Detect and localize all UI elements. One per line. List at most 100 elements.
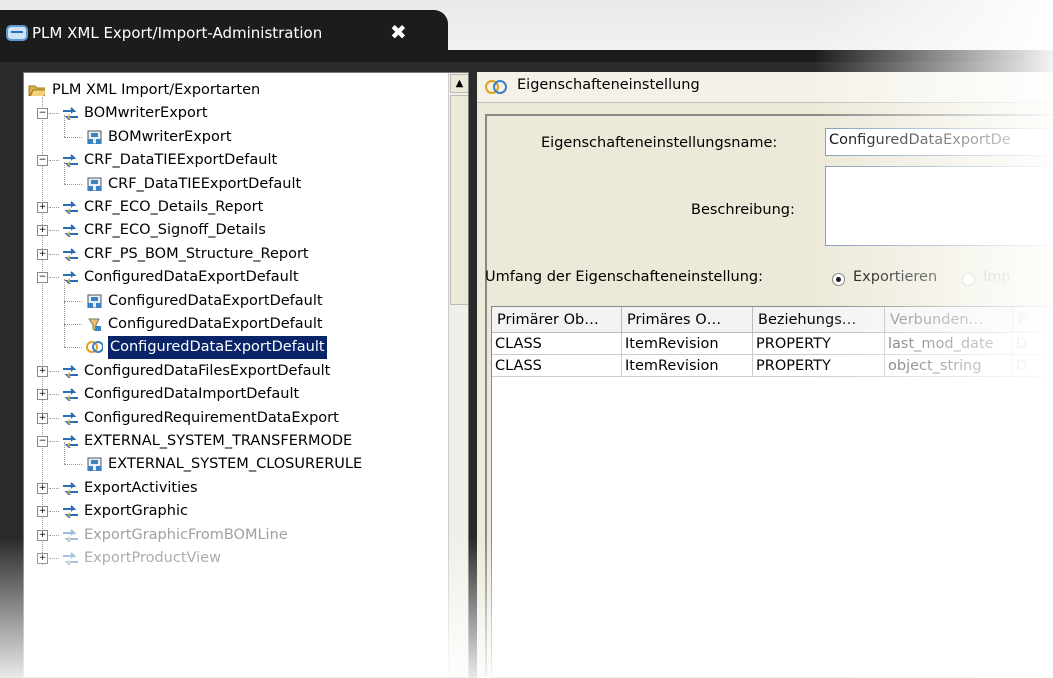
tree-item-label: EXTERNAL_SYSTEM_TRANSFERMODE [84, 433, 353, 449]
tree-connector [49, 441, 59, 442]
tree-item[interactable]: − BOMwriterExport [24, 102, 448, 125]
property-set-icon [485, 80, 507, 94]
transfer-mode-icon [63, 505, 78, 519]
table-cell[interactable]: D [1013, 355, 1053, 377]
tree-item[interactable]: + ConfiguredDataFilesExportDefault [24, 360, 448, 383]
tree-item[interactable]: + ExportProductView [24, 547, 448, 570]
tree-child-item[interactable]: BOMwriterExport [24, 114, 448, 149]
tree-branch-line [64, 302, 65, 324]
expand-icon[interactable]: + [37, 482, 48, 494]
transfer-mode-icon [63, 224, 78, 238]
tab-title: PLM XML Export/Import-Administration [32, 24, 323, 42]
tree-connector [49, 511, 59, 513]
tree-connector [49, 160, 59, 162]
table-cell[interactable]: CLASS [492, 333, 622, 355]
property-table[interactable]: Primärer Ob… Primäres O… Beziehungs… Ver… [491, 306, 1053, 678]
collapse-icon[interactable]: − [37, 108, 48, 120]
column-header[interactable]: Primärer Ob… [492, 307, 622, 333]
tree-item[interactable]: + ConfiguredDataImportDefault [24, 383, 448, 406]
tree-item[interactable]: − EXTERNAL_SYSTEM_TRANSFERMODE [24, 430, 448, 453]
expand-icon[interactable]: + [37, 412, 48, 424]
expand-icon[interactable]: + [37, 365, 48, 377]
table-cell[interactable]: PROPERTY [753, 355, 885, 377]
tree-item[interactable]: − CRF_DataTIEExportDefault [24, 149, 448, 172]
property-set-panel: Eigenschafteneinstellung Eigenschaftenei… [477, 72, 1053, 678]
plmxml-admin-icon [6, 25, 28, 41]
transfer-mode-icon [63, 388, 78, 402]
tree-scrollbar[interactable]: ▲ [448, 73, 468, 677]
tree-child-item[interactable]: ConfiguredDataExportDefault [24, 325, 448, 361]
scope-export-label: Exportieren [853, 269, 938, 285]
table-cell[interactable]: object_string [885, 355, 1013, 377]
tree-item-label: CRF_ECO_Details_Report [84, 199, 264, 215]
column-header[interactable]: E [1013, 307, 1053, 333]
column-header[interactable]: Verbunden… [885, 307, 1013, 333]
table-cell[interactable]: D [1013, 333, 1053, 355]
closure-rule-icon [87, 130, 102, 144]
tree-connector [49, 277, 59, 279]
tree-item[interactable]: + ExportGraphicFromBOMLine [24, 524, 448, 547]
scope-export-radio[interactable] [832, 273, 845, 286]
panel-body: Eigenschafteneinstellungsname: Configure… [485, 114, 1053, 678]
name-field[interactable]: ConfiguredDataExportDe [825, 128, 1053, 156]
tree-item[interactable]: + CRF_PS_BOM_Structure_Report [24, 243, 448, 266]
tree-connector [64, 136, 82, 138]
tree-item-label: ExportGraphic [84, 503, 188, 520]
editor-tab[interactable]: PLM XML Export/Import-Administration ✖ [0, 10, 448, 62]
table-cell[interactable]: ItemRevision [622, 333, 753, 355]
tree-child-item[interactable]: ConfiguredDataExportDefault [24, 302, 448, 336]
tree-branch-line [64, 442, 65, 465]
tree-item[interactable]: + ExportActivities [24, 477, 448, 500]
expand-icon[interactable]: + [37, 202, 48, 213]
tree-connector [49, 230, 59, 232]
closure-rule-icon [87, 177, 102, 191]
tree-item-label: CRF_ECO_Signoff_Details [84, 222, 266, 239]
tree-connector [49, 487, 59, 489]
expand-icon[interactable]: + [37, 248, 48, 260]
tree-item[interactable]: + CRF_ECO_Details_Report [24, 196, 448, 219]
tree-item[interactable]: − ConfiguredDataExportDefault [24, 266, 448, 289]
scroll-up-button[interactable]: ▲ [450, 74, 468, 93]
tree-item-label: EXTERNAL_SYSTEM_CLOSURERULE [108, 456, 363, 473]
tree-item[interactable]: + CRF_ECO_Signoff_Details [24, 219, 448, 242]
scroll-thumb[interactable] [450, 95, 468, 305]
expand-icon[interactable]: + [37, 529, 48, 541]
table-cell[interactable]: ItemRevision [622, 355, 753, 377]
tree-panel: PLM XML Import/Exportarten − BOMwriterExp… [23, 72, 469, 678]
panel-title: Eigenschafteneinstellung [517, 77, 700, 93]
tree-item-label: ConfiguredRequirementDataExport [84, 409, 339, 426]
transfer-mode-icon [63, 201, 78, 214]
description-field[interactable] [825, 166, 1053, 246]
tree-connector [64, 347, 82, 349]
tree-item-label: CRF_DataTIEExportDefault [84, 152, 278, 169]
collapse-icon[interactable]: − [37, 155, 48, 167]
tree-item-label: ExportGraphicFromBOMLine [84, 526, 288, 543]
scope-import-radio[interactable] [962, 273, 975, 286]
tree-item[interactable]: + ConfiguredRequirementDataExport [24, 407, 448, 430]
tree-item-label: ExportProductView [84, 550, 221, 566]
transfer-mode-icon [63, 248, 78, 261]
table-cell[interactable]: last_mod_date [885, 333, 1013, 355]
expand-icon[interactable]: + [37, 553, 48, 564]
types-tree[interactable]: PLM XML Import/Exportarten − BOMwriterExp… [24, 73, 448, 677]
tree-connector [64, 300, 82, 302]
tree-branch-line [64, 114, 65, 137]
column-header[interactable]: Beziehungs… [753, 307, 885, 333]
close-icon[interactable]: ✖ [390, 20, 407, 44]
tree-child-item[interactable]: ConfiguredDataExportDefault [24, 278, 448, 313]
tree-item[interactable]: + ExportGraphic [24, 500, 448, 523]
expand-icon[interactable]: + [37, 225, 48, 237]
column-header[interactable]: Primäres O… [622, 307, 753, 333]
tree-branch-line [64, 278, 65, 301]
tree-child-item[interactable]: EXTERNAL_SYSTEM_CLOSURERULE [24, 442, 448, 476]
table-cell[interactable]: PROPERTY [753, 333, 885, 355]
tree-branch-line [64, 325, 65, 348]
tree-child-item[interactable]: CRF_DataTIEExportDefault [24, 161, 448, 196]
tree-connector [49, 534, 59, 536]
expand-icon[interactable]: + [37, 506, 48, 518]
collapse-icon[interactable]: − [37, 272, 48, 284]
tree-item-label: ConfiguredDataExportDefault [84, 269, 299, 286]
expand-icon[interactable]: + [37, 389, 48, 401]
table-cell[interactable]: CLASS [492, 355, 622, 377]
collapse-icon[interactable]: − [37, 436, 48, 447]
